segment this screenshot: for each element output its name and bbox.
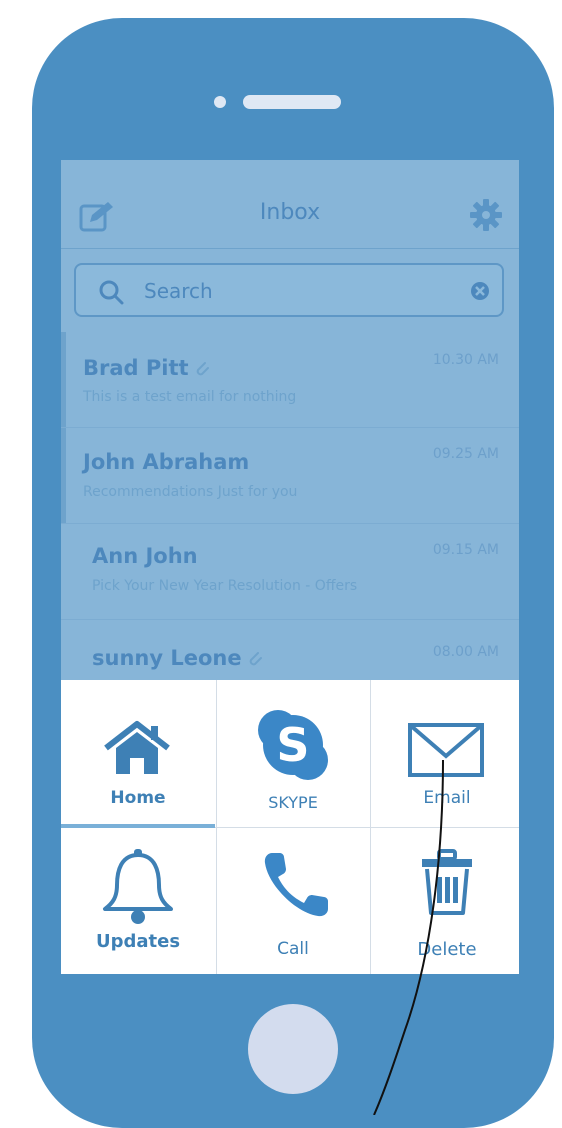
gear-icon[interactable]: [469, 198, 503, 232]
email-sender: Ann John: [92, 544, 198, 568]
delete-label: Delete: [417, 939, 477, 960]
clear-icon[interactable]: [470, 281, 490, 301]
bell-icon: [103, 849, 173, 924]
search-icon: [99, 280, 124, 305]
nav-bar: Inbox: [61, 160, 519, 249]
email-time: 09.25 AM: [432, 446, 499, 462]
email-sender: Brad Pitt: [83, 356, 211, 380]
email-time: 10.30 AM: [432, 352, 499, 368]
call-label: Call: [277, 939, 309, 959]
home-button[interactable]: Home: [61, 680, 215, 828]
search-placeholder: Search: [144, 279, 213, 303]
phone-screen: Inbox Search Brad Pitt 10.30 AM This is …: [61, 160, 519, 974]
attachment-icon: [196, 362, 209, 376]
updates-label: Updates: [95, 931, 181, 952]
email-time: 08.00 AM: [432, 644, 499, 660]
updates-button[interactable]: Updates: [61, 827, 215, 974]
skype-label: SKYPE: [268, 793, 318, 812]
email-list-item[interactable]: Ann John 09.15 AM Pick Your New Year Res…: [61, 524, 519, 620]
speaker-slot: [243, 95, 341, 109]
front-camera: [214, 96, 226, 108]
email-list-item[interactable]: Brad Pitt 10.30 AM This is a test email …: [61, 332, 519, 428]
envelope-icon: [408, 723, 484, 777]
item-accent: [61, 332, 66, 428]
email-list-item[interactable]: John Abraham 09.25 AM Recommendations Ju…: [61, 428, 519, 524]
page-title: Inbox: [259, 200, 321, 225]
email-button[interactable]: Email: [370, 680, 519, 827]
phone-icon: [264, 853, 328, 917]
email-label: Email: [423, 788, 471, 808]
skype-icon: S: [258, 710, 328, 780]
email-sender: John Abraham: [83, 450, 250, 474]
home-label: Home: [110, 788, 166, 808]
trash-icon: [422, 849, 472, 915]
search-input[interactable]: Search: [74, 263, 504, 317]
email-snippet: Pick Your New Year Resolution - Offers: [92, 578, 358, 594]
svg-text:S: S: [276, 718, 309, 772]
call-button[interactable]: Call: [216, 827, 370, 974]
email-snippet: This is a test email for nothing: [83, 389, 297, 405]
hardware-home-button[interactable]: [248, 1004, 338, 1094]
email-sender: sunny Leone: [92, 646, 264, 670]
skype-button[interactable]: S SKYPE: [216, 680, 370, 827]
item-accent: [61, 428, 66, 524]
email-time: 09.15 AM: [432, 542, 499, 558]
delete-button[interactable]: Delete: [370, 827, 519, 974]
attachment-icon: [249, 652, 262, 666]
action-sheet: Home S SKYPE Email Updates Call Delete: [61, 680, 519, 974]
home-icon: [104, 721, 170, 774]
email-snippet: Recommendations Just for you: [83, 484, 298, 500]
